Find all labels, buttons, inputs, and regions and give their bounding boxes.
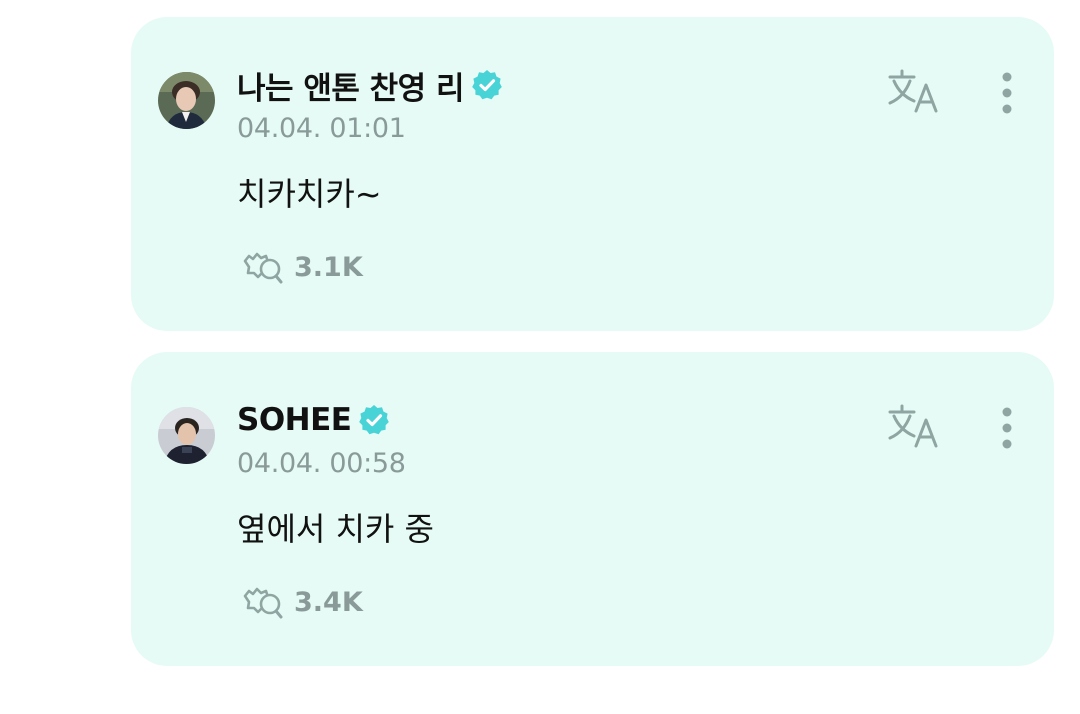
more-vertical-icon: [1002, 72, 1012, 114]
verified-badge-icon: [357, 403, 391, 437]
reaction-icon: [239, 582, 285, 622]
author-row: SOHEE: [237, 399, 391, 441]
post-timestamp: 04.04. 01:01: [237, 113, 406, 144]
reaction-count: 3.1K: [294, 251, 363, 283]
reaction-icon: [239, 247, 285, 287]
translate-button[interactable]: [886, 69, 944, 117]
verified-badge-icon: [470, 68, 504, 102]
translate-icon: [888, 404, 938, 448]
more-vertical-icon: [1002, 407, 1012, 449]
post-message: 옆에서 치카 중: [237, 510, 434, 548]
post-timestamp: 04.04. 00:58: [237, 448, 406, 479]
author-row: 나는 앤톤 찬영 리: [237, 63, 504, 108]
translate-button[interactable]: [886, 404, 944, 452]
author-name[interactable]: 나는 앤톤 찬영 리: [237, 63, 465, 108]
post-card[interactable]: SOHEE 04.04. 00:58 옆에서 치카 중 3.4K: [131, 352, 1054, 666]
reaction-button[interactable]: 3.1K: [239, 247, 363, 287]
avatar[interactable]: [158, 407, 215, 464]
more-options-button[interactable]: [992, 404, 1022, 454]
reaction-button[interactable]: 3.4K: [239, 582, 363, 622]
translate-icon: [888, 69, 938, 113]
reaction-count: 3.4K: [294, 586, 363, 618]
post-card[interactable]: 나는 앤톤 찬영 리 04.04. 01:01 치카치카~ 3.1K: [131, 17, 1054, 331]
author-name[interactable]: SOHEE: [237, 402, 352, 438]
post-message: 치카치카~: [237, 175, 382, 213]
avatar[interactable]: [158, 72, 215, 129]
more-options-button[interactable]: [992, 69, 1022, 119]
